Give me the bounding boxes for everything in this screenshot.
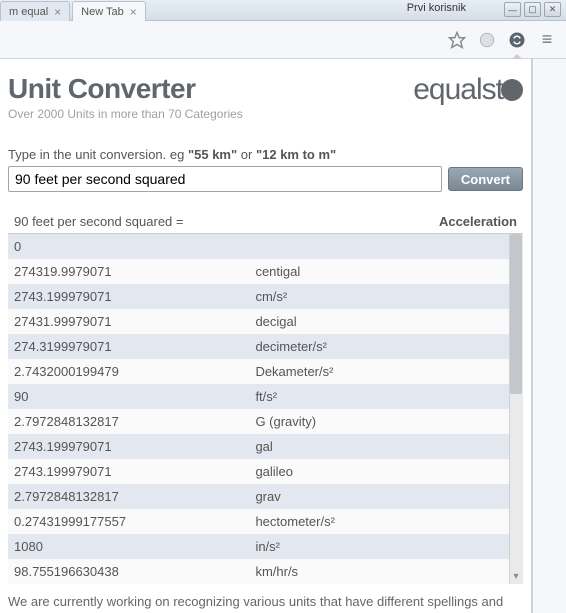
result-value: 27431.99979071 <box>14 314 255 329</box>
close-button[interactable]: ✕ <box>544 2 561 17</box>
result-unit: hectometer/s² <box>255 514 517 529</box>
scrollbar-thumb[interactable] <box>510 234 522 394</box>
tab-label: New Tab <box>81 6 124 18</box>
result-value: 90 <box>14 389 255 404</box>
result-unit: gal <box>255 439 517 454</box>
input-prompt: Type in the unit conversion. eg "55 km" … <box>8 147 523 162</box>
bookmark-star-icon[interactable] <box>446 29 468 51</box>
result-value: 2743.199979071 <box>14 464 255 479</box>
result-unit: grav <box>255 489 517 504</box>
result-row[interactable]: 2.7972848132817G (gravity) <box>8 409 523 434</box>
hamburger-menu-icon[interactable]: ≡ <box>536 29 558 51</box>
extension-popup: Unit Converter Over 2000 Units in more t… <box>0 59 532 613</box>
browser-tab[interactable]: New Tab × <box>72 1 146 21</box>
equalsto-logo: equalst <box>413 73 523 107</box>
extension-globe-icon[interactable] <box>476 29 498 51</box>
result-row[interactable]: 0.27431999177557hectometer/s² <box>8 509 523 534</box>
result-value: 0 <box>14 239 255 254</box>
query-echo: 90 feet per second squared = <box>14 214 183 229</box>
results-list[interactable]: 0274319.9979071centigal2743.199979071cm/… <box>8 234 523 584</box>
result-row[interactable]: 2743.199979071galileo <box>8 459 523 484</box>
minimize-button[interactable]: — <box>504 2 521 17</box>
result-row[interactable]: 98.755196630438km/hr/s <box>8 559 523 584</box>
extension-equalsto-icon[interactable] <box>506 29 528 51</box>
browser-tab[interactable]: m equal × <box>0 1 70 21</box>
scroll-down-icon[interactable]: ▾ <box>510 571 522 583</box>
footer-note: We are currently working on recognizing … <box>8 594 523 609</box>
result-value: 274.3199979071 <box>14 339 255 354</box>
result-unit: Dekameter/s² <box>255 364 517 379</box>
result-row[interactable]: 27431.99979071decigal <box>8 309 523 334</box>
convert-button[interactable]: Convert <box>448 167 523 191</box>
browser-right-strip <box>532 59 566 613</box>
result-value: 1080 <box>14 539 255 554</box>
result-unit: km/hr/s <box>255 564 517 579</box>
page-subtitle: Over 2000 Units in more than 70 Categori… <box>8 107 243 121</box>
scrollbar-track[interactable]: ▾ <box>509 234 523 584</box>
result-value: 98.755196630438 <box>14 564 255 579</box>
conversion-input[interactable] <box>8 166 442 192</box>
result-row[interactable]: 274.3199979071decimeter/s² <box>8 334 523 359</box>
result-unit: ft/s² <box>255 389 517 404</box>
result-value: 2743.199979071 <box>14 439 255 454</box>
result-row[interactable]: 2743.199979071gal <box>8 434 523 459</box>
result-row[interactable]: 0 <box>8 234 523 259</box>
result-row[interactable]: 2743.199979071cm/s² <box>8 284 523 309</box>
result-unit <box>255 239 517 254</box>
result-row[interactable]: 2.7432000199479Dekameter/s² <box>8 359 523 384</box>
page-title: Unit Converter <box>8 73 243 105</box>
result-row[interactable]: 274319.9979071centigal <box>8 259 523 284</box>
result-value: 0.27431999177557 <box>14 514 255 529</box>
result-row[interactable]: 90ft/s² <box>8 384 523 409</box>
result-unit: centigal <box>255 264 517 279</box>
tab-label: m equal <box>9 6 48 18</box>
profile-label[interactable]: Prvi korisnik <box>407 2 466 14</box>
result-value: 274319.9979071 <box>14 264 255 279</box>
result-row[interactable]: 1080in/s² <box>8 534 523 559</box>
result-value: 2.7432000199479 <box>14 364 255 379</box>
result-unit: galileo <box>255 464 517 479</box>
result-unit: cm/s² <box>255 289 517 304</box>
result-unit: G (gravity) <box>255 414 517 429</box>
result-row[interactable]: 2.7972848132817grav <box>8 484 523 509</box>
browser-tab-strip: m equal × New Tab × Prvi korisnik — ▢ ✕ <box>0 0 566 21</box>
result-unit: in/s² <box>255 539 517 554</box>
result-unit: decimeter/s² <box>255 339 517 354</box>
result-category: Acceleration <box>439 214 517 229</box>
close-icon[interactable]: × <box>130 5 137 19</box>
results-panel: 90 feet per second squared = Acceleratio… <box>8 210 523 584</box>
result-unit: decigal <box>255 314 517 329</box>
maximize-button[interactable]: ▢ <box>524 2 541 17</box>
result-value: 2.7972848132817 <box>14 489 255 504</box>
browser-toolbar: ≡ <box>0 21 566 59</box>
result-value: 2.7972848132817 <box>14 414 255 429</box>
result-value: 2743.199979071 <box>14 289 255 304</box>
close-icon[interactable]: × <box>54 5 61 19</box>
